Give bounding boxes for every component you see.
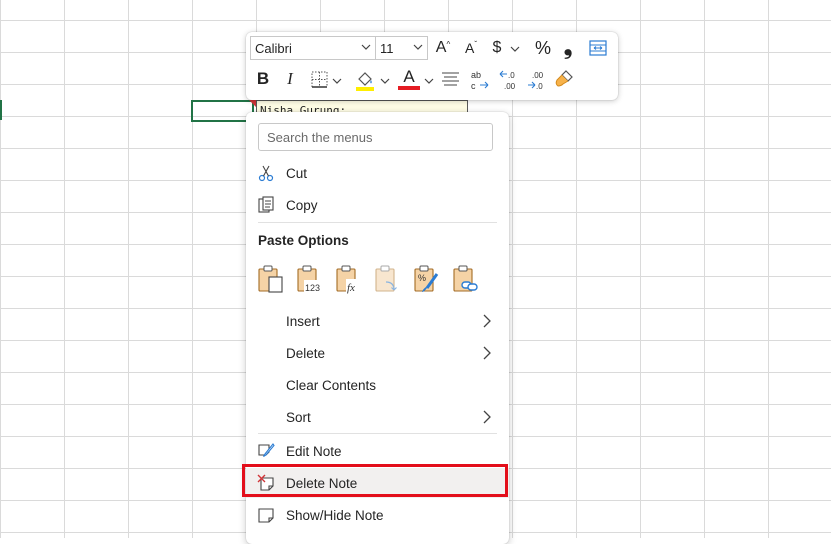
- bold-icon: B: [256, 69, 270, 88]
- menu-separator: [258, 433, 497, 434]
- paste-transpose-icon[interactable]: [374, 264, 402, 294]
- menu-item-cut[interactable]: Cut: [246, 158, 509, 188]
- font-name-value: Calibri: [255, 40, 292, 56]
- mini-toolbar: Calibri 11 A ^ Aˇ $ % ❟ B I A ab c .0 .0…: [246, 32, 618, 100]
- currency-format-button[interactable]: $: [488, 37, 506, 59]
- menu-item-label: Edit Note: [286, 443, 342, 459]
- menu-item-insert[interactable]: Insert: [246, 306, 509, 336]
- note-indicator-icon: [249, 100, 256, 107]
- chevron-down-icon[interactable]: [380, 77, 390, 85]
- font-name-select[interactable]: Calibri: [250, 36, 376, 60]
- svg-text:123: 123: [305, 283, 320, 293]
- chevron-right-icon: [483, 314, 491, 328]
- paste-icon[interactable]: [257, 264, 285, 294]
- wrap-text-icon[interactable]: [589, 39, 607, 57]
- svg-text:.00: .00: [532, 71, 544, 80]
- annotation-highlight-box: [242, 464, 508, 497]
- italic-button[interactable]: I: [283, 68, 297, 90]
- menu-separator: [258, 222, 497, 223]
- chevron-down-icon: [361, 44, 371, 50]
- edit-note-icon: [258, 443, 275, 457]
- percent-style-button[interactable]: %: [532, 37, 554, 59]
- menu-item-delete[interactable]: Delete: [246, 338, 509, 368]
- borders-icon[interactable]: [311, 71, 328, 88]
- chevron-right-icon: [483, 346, 491, 360]
- copy-icon: [258, 196, 274, 213]
- grow-font-icon: A: [435, 39, 447, 56]
- menu-search-input[interactable]: [258, 123, 493, 151]
- chevron-right-icon: [483, 410, 491, 424]
- increase-font-size-button[interactable]: A ^: [432, 37, 454, 59]
- chevron-down-icon[interactable]: [332, 77, 342, 85]
- decrease-font-size-button[interactable]: Aˇ: [460, 37, 482, 59]
- svg-text:ab: ab: [471, 70, 481, 80]
- increase-decimal-icon[interactable]: .0 .00: [498, 69, 522, 91]
- percent-icon: %: [534, 37, 551, 58]
- paste-formulas-icon[interactable]: fx: [335, 264, 363, 294]
- fill-color-icon[interactable]: [354, 69, 376, 91]
- svg-text:.0: .0: [508, 71, 515, 80]
- font-size-value: 11: [380, 40, 394, 56]
- bold-button[interactable]: B: [255, 68, 271, 90]
- svg-text:%: %: [418, 273, 426, 283]
- menu-item-sort[interactable]: Sort: [246, 402, 509, 432]
- active-cell[interactable]: [191, 100, 254, 122]
- active-row-marker: [0, 100, 2, 120]
- chevron-down-icon[interactable]: [510, 45, 520, 53]
- paste-values-icon[interactable]: 123: [296, 264, 324, 294]
- italic-icon: I: [287, 69, 293, 88]
- menu-item-label: Copy: [286, 197, 318, 213]
- menu-item-label: Clear Contents: [286, 377, 377, 393]
- menu-item-label: Cut: [286, 165, 308, 181]
- menu-item-label: Insert: [286, 313, 320, 329]
- comma-style-button[interactable]: ❟: [560, 34, 576, 59]
- dollar-icon: $: [492, 39, 502, 56]
- merge-center-icon[interactable]: ab c: [470, 69, 492, 91]
- menu-item-label: Show/Hide Note: [286, 507, 384, 523]
- svg-text:.00: .00: [504, 82, 516, 91]
- comma-icon: ❟: [563, 34, 573, 59]
- chevron-down-icon: [413, 44, 423, 50]
- font-color-button[interactable]: A: [398, 67, 420, 86]
- font-color-bar: [398, 86, 420, 90]
- paste-link-icon[interactable]: [452, 264, 480, 294]
- menu-item-show-hide-note[interactable]: Show/Hide Note: [246, 500, 509, 530]
- font-size-select[interactable]: 11: [376, 36, 428, 60]
- center-align-icon[interactable]: [442, 71, 459, 87]
- menu-item-label: Sort: [286, 409, 311, 425]
- menu-item-copy[interactable]: Copy: [246, 190, 509, 220]
- menu-item-edit-note[interactable]: Edit Note: [246, 436, 509, 466]
- paste-options-heading: Paste Options: [258, 233, 349, 248]
- format-painter-icon[interactable]: [554, 69, 574, 89]
- shrink-font-icon: A: [464, 40, 475, 56]
- chevron-down-icon[interactable]: [424, 77, 434, 85]
- svg-text:fx: fx: [347, 282, 355, 294]
- decrease-decimal-icon[interactable]: .00 .0: [526, 69, 550, 91]
- menu-item-clear-contents[interactable]: Clear Contents: [246, 370, 509, 400]
- menu-item-label: Delete: [286, 345, 326, 361]
- show-hide-note-icon: [258, 508, 274, 523]
- scissors-icon: [258, 165, 274, 182]
- svg-text:.0: .0: [536, 82, 543, 91]
- font-color-icon: A: [403, 67, 415, 86]
- paste-formatting-icon[interactable]: %: [413, 264, 441, 294]
- svg-text:c: c: [471, 81, 476, 91]
